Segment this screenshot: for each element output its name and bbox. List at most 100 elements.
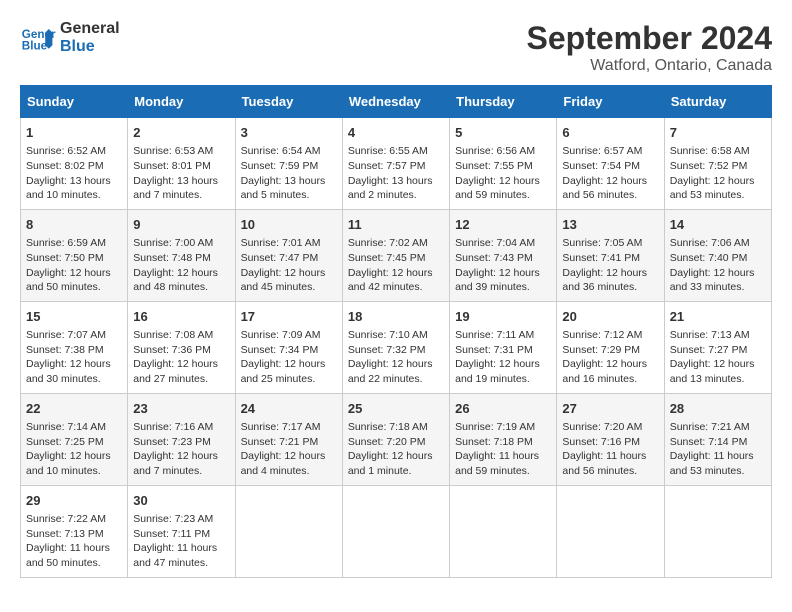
day-number: 23 [133,400,229,418]
calendar-cell: 21Sunrise: 7:13 AM Sunset: 7:27 PM Dayli… [664,301,771,393]
day-info: Sunrise: 6:59 AM Sunset: 7:50 PM Dayligh… [26,236,122,295]
calendar-week-row: 22 Sunrise: 7:14 AM Sunset: 7:25 PM Dayli… [21,393,772,485]
day-number: 24 [241,400,337,418]
day-info: Sunrise: 7:19 AM Sunset: 7:18 PM Dayligh… [455,420,551,479]
day-number: 11 [348,216,444,234]
day-info: Sunrise: 6:54 AM Sunset: 7:59 PM Dayligh… [241,144,337,203]
weekday-header-wednesday: Wednesday [342,86,449,118]
day-info: Sunrise: 7:14 AM Sunset: 7:25 PM Dayligh… [26,420,122,479]
title-block: September 2024 Watford, Ontario, Canada [527,20,772,75]
calendar-week-row: 1 Sunrise: 6:52 AM Sunset: 8:02 PM Daylig… [21,118,772,210]
day-number: 18 [348,308,444,326]
calendar-cell: 29 Sunrise: 7:22 AM Sunset: 7:13 PM Dayli… [21,485,128,577]
day-info: Sunrise: 7:23 AM Sunset: 7:11 PM Dayligh… [133,512,229,571]
day-number: 16 [133,308,229,326]
day-number: 20 [562,308,658,326]
calendar-cell [342,485,449,577]
day-info: Sunrise: 7:00 AM Sunset: 7:48 PM Dayligh… [133,236,229,295]
day-info: Sunrise: 6:57 AM Sunset: 7:54 PM Dayligh… [562,144,658,203]
day-number: 19 [455,308,551,326]
day-info: Sunrise: 7:21 AM Sunset: 7:14 PM Dayligh… [670,420,766,479]
calendar-cell: 5Sunrise: 6:56 AM Sunset: 7:55 PM Daylig… [450,118,557,210]
day-number: 6 [562,124,658,142]
calendar-cell: 17Sunrise: 7:09 AM Sunset: 7:34 PM Dayli… [235,301,342,393]
calendar-cell: 25 Sunrise: 7:18 AM Sunset: 7:20 PM Dayli… [342,393,449,485]
weekday-header-row: SundayMondayTuesdayWednesdayThursdayFrid… [21,86,772,118]
logo-line1: General [60,20,120,38]
calendar-cell: 26 Sunrise: 7:19 AM Sunset: 7:18 PM Dayli… [450,393,557,485]
calendar-cell: 11Sunrise: 7:02 AM Sunset: 7:45 PM Dayli… [342,209,449,301]
day-number: 27 [562,400,658,418]
day-number: 7 [670,124,766,142]
day-number: 26 [455,400,551,418]
day-info: Sunrise: 7:16 AM Sunset: 7:23 PM Dayligh… [133,420,229,479]
day-number: 8 [26,216,122,234]
calendar-cell: 22 Sunrise: 7:14 AM Sunset: 7:25 PM Dayli… [21,393,128,485]
day-info: Sunrise: 7:20 AM Sunset: 7:16 PM Dayligh… [562,420,658,479]
calendar-week-row: 29 Sunrise: 7:22 AM Sunset: 7:13 PM Dayli… [21,485,772,577]
calendar-cell: 24 Sunrise: 7:17 AM Sunset: 7:21 PM Dayli… [235,393,342,485]
calendar-cell: 7 Sunrise: 6:58 AM Sunset: 7:52 PM Daylig… [664,118,771,210]
day-info: Sunrise: 6:53 AM Sunset: 8:01 PM Dayligh… [133,144,229,203]
day-number: 2 [133,124,229,142]
calendar-cell: 19Sunrise: 7:11 AM Sunset: 7:31 PM Dayli… [450,301,557,393]
day-number: 29 [26,492,122,510]
day-info: Sunrise: 7:09 AM Sunset: 7:34 PM Dayligh… [241,328,337,387]
day-number: 9 [133,216,229,234]
calendar-cell: 27 Sunrise: 7:20 AM Sunset: 7:16 PM Dayli… [557,393,664,485]
day-number: 12 [455,216,551,234]
day-number: 1 [26,124,122,142]
day-number: 10 [241,216,337,234]
weekday-header-tuesday: Tuesday [235,86,342,118]
logo: General Blue General Blue [20,20,120,56]
calendar-cell: 23 Sunrise: 7:16 AM Sunset: 7:23 PM Dayli… [128,393,235,485]
calendar-cell [664,485,771,577]
day-info: Sunrise: 6:56 AM Sunset: 7:55 PM Dayligh… [455,144,551,203]
day-number: 22 [26,400,122,418]
day-number: 15 [26,308,122,326]
calendar-cell: 12 Sunrise: 7:04 AM Sunset: 7:43 PM Dayli… [450,209,557,301]
day-info: Sunrise: 7:22 AM Sunset: 7:13 PM Dayligh… [26,512,122,571]
calendar-week-row: 15 Sunrise: 7:07 AM Sunset: 7:38 PM Dayli… [21,301,772,393]
day-info: Sunrise: 7:17 AM Sunset: 7:21 PM Dayligh… [241,420,337,479]
svg-text:Blue: Blue [22,40,48,53]
calendar-cell: 18 Sunrise: 7:10 AM Sunset: 7:32 PM Dayli… [342,301,449,393]
weekday-header-friday: Friday [557,86,664,118]
day-number: 13 [562,216,658,234]
calendar-cell: 4 Sunrise: 6:55 AM Sunset: 7:57 PM Daylig… [342,118,449,210]
day-info: Sunrise: 7:04 AM Sunset: 7:43 PM Dayligh… [455,236,551,295]
day-number: 25 [348,400,444,418]
day-info: Sunrise: 7:18 AM Sunset: 7:20 PM Dayligh… [348,420,444,479]
calendar-cell: 8 Sunrise: 6:59 AM Sunset: 7:50 PM Daylig… [21,209,128,301]
weekday-header-thursday: Thursday [450,86,557,118]
calendar-cell [235,485,342,577]
calendar-cell: 14Sunrise: 7:06 AM Sunset: 7:40 PM Dayli… [664,209,771,301]
day-number: 3 [241,124,337,142]
location: Watford, Ontario, Canada [527,57,772,75]
day-number: 21 [670,308,766,326]
calendar-cell: 16Sunrise: 7:08 AM Sunset: 7:36 PM Dayli… [128,301,235,393]
calendar-cell: 10 Sunrise: 7:01 AM Sunset: 7:47 PM Dayli… [235,209,342,301]
calendar-cell: 28Sunrise: 7:21 AM Sunset: 7:14 PM Dayli… [664,393,771,485]
day-info: Sunrise: 7:01 AM Sunset: 7:47 PM Dayligh… [241,236,337,295]
weekday-header-sunday: Sunday [21,86,128,118]
calendar-body: 1 Sunrise: 6:52 AM Sunset: 8:02 PM Daylig… [21,118,772,578]
calendar-cell: 3 Sunrise: 6:54 AM Sunset: 7:59 PM Daylig… [235,118,342,210]
calendar-week-row: 8 Sunrise: 6:59 AM Sunset: 7:50 PM Daylig… [21,209,772,301]
day-number: 30 [133,492,229,510]
day-info: Sunrise: 6:55 AM Sunset: 7:57 PM Dayligh… [348,144,444,203]
day-info: Sunrise: 7:05 AM Sunset: 7:41 PM Dayligh… [562,236,658,295]
day-info: Sunrise: 6:52 AM Sunset: 8:02 PM Dayligh… [26,144,122,203]
day-info: Sunrise: 7:10 AM Sunset: 7:32 PM Dayligh… [348,328,444,387]
day-info: Sunrise: 7:06 AM Sunset: 7:40 PM Dayligh… [670,236,766,295]
calendar-table: SundayMondayTuesdayWednesdayThursdayFrid… [20,85,772,578]
calendar-cell: 6 Sunrise: 6:57 AM Sunset: 7:54 PM Daylig… [557,118,664,210]
weekday-header-saturday: Saturday [664,86,771,118]
calendar-cell [557,485,664,577]
day-info: Sunrise: 7:07 AM Sunset: 7:38 PM Dayligh… [26,328,122,387]
weekday-header-monday: Monday [128,86,235,118]
calendar-cell: 30 Sunrise: 7:23 AM Sunset: 7:11 PM Dayli… [128,485,235,577]
calendar-cell [450,485,557,577]
day-info: Sunrise: 6:58 AM Sunset: 7:52 PM Dayligh… [670,144,766,203]
day-number: 4 [348,124,444,142]
